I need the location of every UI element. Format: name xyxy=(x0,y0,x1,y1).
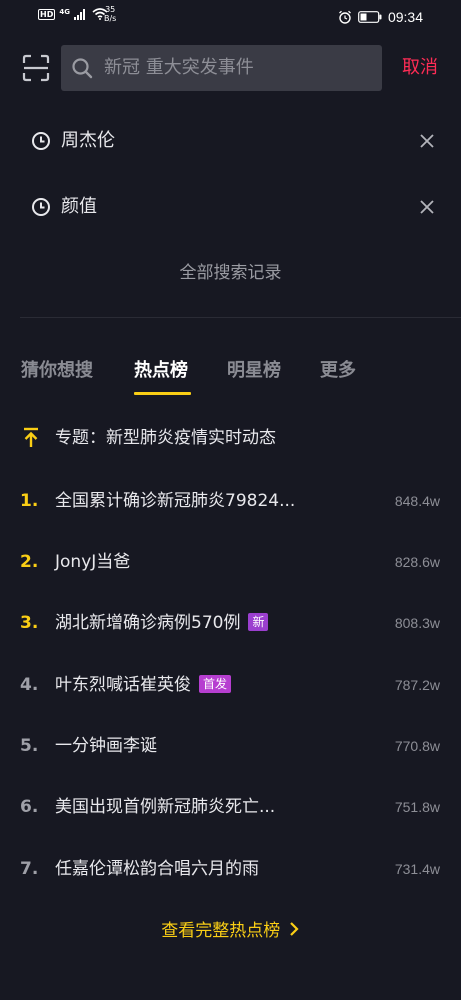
top-pin-icon xyxy=(24,427,38,447)
rank-number: 1. xyxy=(20,491,39,511)
rank-number: 3. xyxy=(20,613,39,633)
rank-title-with-badge: 湖北新增确诊病例570例新 xyxy=(55,609,269,637)
list-item[interactable]: 5. 一分钟画李诞 770.8w xyxy=(0,726,461,766)
list-item[interactable]: 6. 美国出现首例新冠肺炎死亡... 751.8w xyxy=(0,787,461,827)
status-right: 09:34 xyxy=(338,9,423,25)
network-type: 4G xyxy=(59,8,70,16)
topic-link[interactable]: 专题：新型肺炎疫情实时动态 xyxy=(55,424,276,452)
speed-unit: B/s xyxy=(104,14,117,23)
signal-icon xyxy=(73,9,85,20)
rank-number: 6. xyxy=(20,797,39,817)
tab-more[interactable]: 更多 xyxy=(320,356,356,386)
rank-title: JonyJ当爸 xyxy=(55,552,131,572)
active-tab-indicator xyxy=(134,392,191,395)
rank-heat: 731.4w xyxy=(394,861,440,877)
tab-guess-search[interactable]: 猜你想搜 xyxy=(21,356,93,386)
first-release-badge: 首发 xyxy=(199,675,232,693)
tab-hot-list[interactable]: 热点榜 xyxy=(134,356,188,386)
hd-indicator: HD xyxy=(38,8,56,20)
battery-icon xyxy=(358,11,382,23)
chevron-right-icon xyxy=(289,922,299,936)
search-icon xyxy=(72,58,93,79)
rank-heat: 751.8w xyxy=(394,799,440,815)
rank-number: 4. xyxy=(20,675,39,695)
search-page: HD 4G 35 B/s 09:34 新冠 重大突发事件 取消 周杰伦 颜值 全… xyxy=(0,0,461,1000)
list-item[interactable]: 1. 全国累计确诊新冠肺炎79824... 848.4w xyxy=(0,481,461,521)
search-input[interactable]: 新冠 重大突发事件 xyxy=(61,45,382,91)
scan-icon xyxy=(22,54,50,82)
new-badge: 新 xyxy=(248,613,269,631)
view-full-hot-list-button[interactable]: 查看完整热点榜 xyxy=(0,916,461,946)
alarm-icon xyxy=(339,10,351,24)
list-item[interactable]: 7. 任嘉伦谭松韵合唱六月的雨 731.4w xyxy=(0,849,461,889)
search-placeholder: 新冠 重大突发事件 xyxy=(104,57,254,78)
status-left: HD 4G xyxy=(38,8,108,20)
list-item[interactable]: 4. 叶东烈喊话崔英俊 首发 787.2w xyxy=(0,665,461,705)
rank-heat: 787.2w xyxy=(394,677,440,693)
rank-heat: 770.8w xyxy=(394,738,440,754)
history-item-label: 颜值 xyxy=(61,196,97,217)
clock-icon xyxy=(32,198,50,216)
tab-star-list[interactable]: 明星榜 xyxy=(227,356,281,386)
rank-title: 一分钟画李诞 xyxy=(55,736,157,756)
speed-value: 35 xyxy=(105,5,116,14)
rank-title-with-badge: 叶东烈喊话崔英俊 首发 xyxy=(55,671,232,699)
close-icon[interactable] xyxy=(418,132,436,150)
list-item[interactable]: 2. JonyJ当爸 828.6w xyxy=(0,542,461,582)
list-item[interactable]: 3. 湖北新增确诊病例570例新 808.3w xyxy=(0,603,461,643)
history-item[interactable]: 周杰伦 xyxy=(0,116,461,166)
view-full-hot-list-label: 查看完整热点榜 xyxy=(161,921,281,941)
close-icon[interactable] xyxy=(418,198,436,216)
all-history-button[interactable]: 全部搜索记录 xyxy=(0,258,461,288)
history-item-label: 周杰伦 xyxy=(61,130,115,151)
rank-number: 7. xyxy=(20,859,39,879)
rank-heat: 808.3w xyxy=(394,615,440,631)
cancel-button[interactable]: 取消 xyxy=(402,56,438,80)
rank-title: 任嘉伦谭松韵合唱六月的雨 xyxy=(55,859,259,879)
rank-title: 美国出现首例新冠肺炎死亡... xyxy=(55,797,276,817)
rank-title-text: 叶东烈喊话崔英俊 xyxy=(55,675,191,695)
divider xyxy=(20,317,461,318)
rank-number: 5. xyxy=(20,736,39,756)
clock-icon xyxy=(32,132,50,150)
scan-button[interactable] xyxy=(22,54,50,82)
rank-heat: 828.6w xyxy=(394,554,440,570)
rank-title-text: 湖北新增确诊病例570例 xyxy=(55,613,241,633)
history-item[interactable]: 颜值 xyxy=(0,182,461,232)
clock-time: 09:34 xyxy=(387,9,423,25)
rank-title: 全国累计确诊新冠肺炎79824... xyxy=(55,491,296,511)
network-speed: 35 B/s xyxy=(104,5,116,23)
rank-number: 2. xyxy=(20,552,39,572)
rank-heat: 848.4w xyxy=(394,493,440,509)
status-bar: HD 4G 35 B/s 09:34 xyxy=(0,0,461,36)
